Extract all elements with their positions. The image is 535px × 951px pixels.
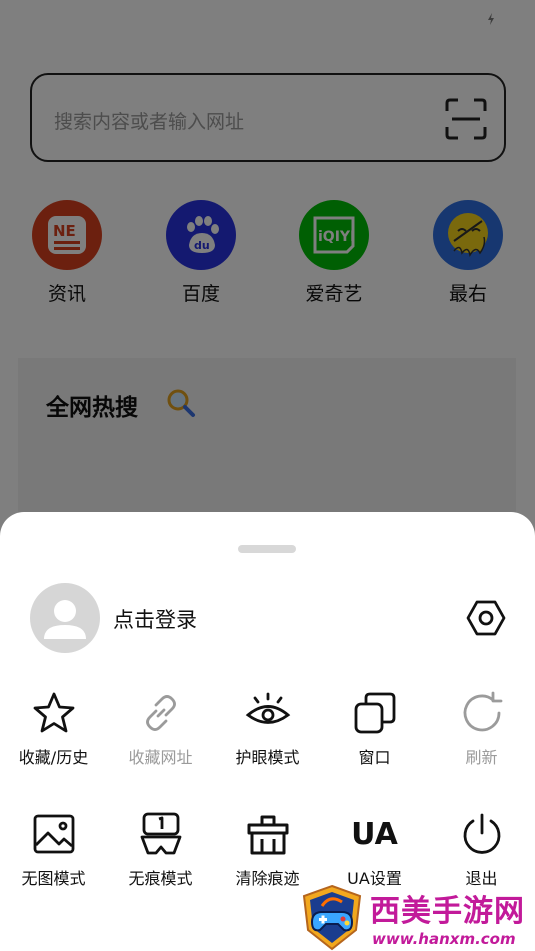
- ua-icon: UA: [351, 816, 398, 852]
- power-icon: [463, 813, 500, 854]
- menu-exit[interactable]: 退出: [428, 811, 535, 889]
- menu-label: 无图模式: [21, 869, 86, 888]
- menu-bookmarks-history[interactable]: 收藏/历史: [0, 690, 107, 768]
- gamepad-shield-logo: [302, 884, 362, 951]
- link-icon: [145, 695, 176, 731]
- menu-label: 窗口: [358, 748, 391, 767]
- windows-icon: [354, 692, 395, 734]
- menu-windows[interactable]: 窗口: [321, 690, 428, 768]
- menu-label: 无痕模式: [128, 869, 193, 888]
- refresh-icon: [463, 691, 502, 732]
- menu-incognito-mode[interactable]: 无痕模式: [107, 811, 214, 889]
- menu-label: 收藏网址: [128, 748, 193, 767]
- incognito-icon: [140, 812, 181, 855]
- star-icon: [33, 692, 74, 733]
- watermark-url: www.hanxm.com: [372, 930, 516, 948]
- menu-eye-protection[interactable]: 护眼模式: [214, 690, 321, 768]
- clear-basket-icon: [247, 815, 288, 855]
- menu-refresh[interactable]: 刷新: [428, 690, 535, 768]
- menu-bookmark-url[interactable]: 收藏网址: [107, 690, 214, 768]
- image-icon: [33, 814, 74, 854]
- menu-no-image-mode[interactable]: 无图模式: [0, 811, 107, 889]
- menu-clear-traces[interactable]: 清除痕迹: [214, 811, 321, 889]
- watermark-title: 西美手游网: [370, 894, 525, 929]
- menu-label: 护眼模式: [235, 748, 300, 767]
- menu-label: 刷新: [465, 748, 498, 767]
- eye-icon: [245, 692, 290, 724]
- login-link[interactable]: 点击登录: [113, 604, 197, 634]
- settings-hexagon-icon[interactable]: [466, 598, 506, 638]
- menu-label: 收藏/历史: [18, 748, 89, 767]
- site-watermark: 西美手游网 www.hanxm.com: [300, 884, 535, 951]
- user-avatar-icon: [44, 600, 86, 639]
- menu-ua-settings[interactable]: UA UA设置: [321, 811, 428, 889]
- avatar[interactable]: [30, 583, 100, 653]
- sheet-drag-handle[interactable]: [238, 545, 296, 553]
